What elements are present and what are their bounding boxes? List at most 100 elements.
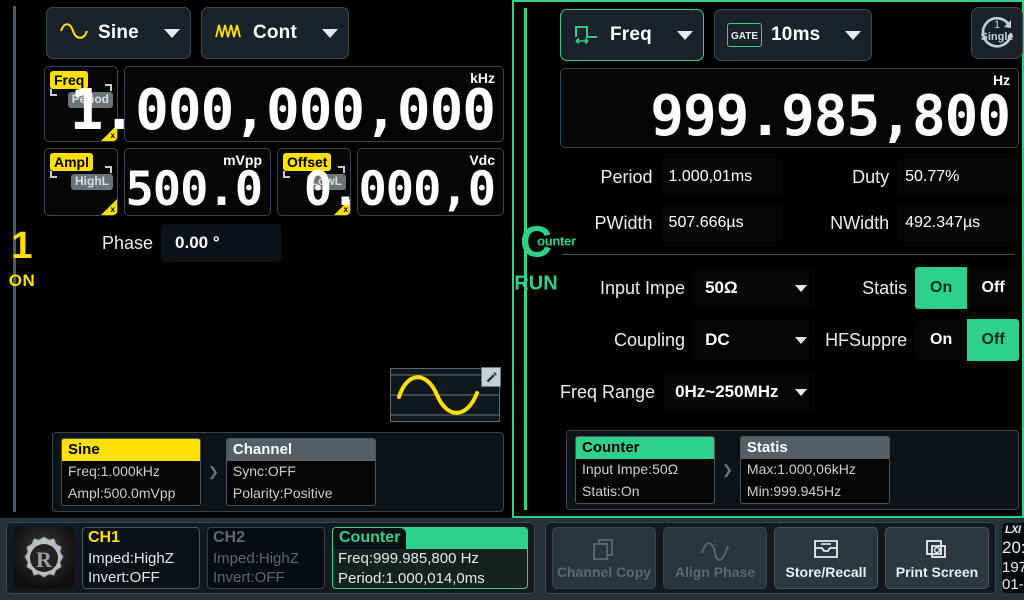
channel-panels: 1 ON Sine: [0, 0, 1024, 518]
summary-card-statis[interactable]: Statis Max:1.000,06kHz Min:999.945Hz: [740, 436, 890, 504]
coupling-label: Coupling: [560, 330, 685, 351]
status-cards-group: R CH1 Imped:HighZ Invert:OFF CH2 Imped:H…: [6, 522, 535, 594]
ch2-line: Invert:OFF: [208, 568, 324, 588]
counter-status-card[interactable]: Counter Freq:999.985,800 Hz Period:1.000…: [332, 527, 528, 589]
status-clock[interactable]: LXI 20:22 1970-01-01: [1002, 523, 1024, 593]
chevron-down-icon[interactable]: [795, 337, 807, 344]
counter-card-line: Period:1.000,014,0ms: [333, 569, 527, 589]
clock-date: 1970-01-01: [1002, 559, 1024, 593]
input-impedance-label: Input Impe: [560, 278, 685, 299]
print-screen-button[interactable]: Print Screen: [885, 527, 989, 589]
hfsuppre-toggle[interactable]: On Off: [915, 319, 1019, 361]
summary-card-channel[interactable]: Channel Sync:OFF Polarity:Positive: [226, 438, 376, 506]
counter-mode-label: Freq: [610, 24, 652, 46]
channel-copy-button[interactable]: Channel Copy: [552, 527, 656, 589]
amplitude-display[interactable]: mVpp 500.0: [124, 148, 271, 216]
statis-off-option[interactable]: Off: [967, 267, 1019, 309]
measurement-label: PWidth: [560, 213, 653, 234]
measurement-nwidth: NWidth 492.347µs: [797, 204, 1020, 242]
counter-mode-select[interactable]: Freq: [560, 9, 704, 61]
phase-value[interactable]: 0.00 °: [161, 224, 281, 262]
channel1-top-selectors: Sine Cont: [44, 6, 504, 60]
align-phase-button[interactable]: Align Phase: [663, 527, 767, 589]
waveform-select[interactable]: Sine: [46, 7, 191, 59]
sine-wave-icon: [59, 21, 89, 46]
store-recall-label: Store/Recall: [786, 564, 867, 580]
phase-label: Phase: [102, 233, 153, 254]
gate-time-select[interactable]: GATE 10ms: [714, 9, 872, 61]
phase-row: Phase 0.00 °: [44, 224, 504, 262]
hfsuppre-off-option[interactable]: Off: [967, 319, 1019, 361]
frequency-row: Freq Period x kHz 1.000,000,000: [44, 66, 504, 142]
chevron-down-icon[interactable]: [795, 389, 807, 396]
summary-card-counter[interactable]: Counter Input Impe:50Ω Statis:On: [575, 436, 715, 504]
copy-icon: [591, 537, 617, 561]
measurement-duty: Duty 50.77%: [797, 158, 1020, 196]
ampl-param-alt-tag[interactable]: HighL: [71, 174, 113, 190]
counter-card-title: Counter: [333, 528, 406, 549]
single-count-label: 1: [994, 19, 1000, 31]
amplitude-offset-row: Ampl HighL x mVpp 500.0 Offse: [44, 148, 504, 216]
input-impedance-select[interactable]: 50Ω: [693, 267, 815, 309]
freq-range-row: Freq Range 0Hz~250MHz: [560, 371, 815, 413]
freq-range-value: 0Hz~250MHz: [675, 382, 778, 402]
channel1-panel[interactable]: 1 ON Sine: [0, 0, 512, 518]
channel1-body: Sine Cont Freq: [44, 0, 512, 518]
single-trigger-button[interactable]: 1 Single: [971, 7, 1023, 59]
measurement-label: Duty: [797, 167, 890, 188]
rigol-gear-logo[interactable]: R: [13, 527, 75, 589]
ch2-line: Imped:HighZ: [208, 549, 324, 569]
logo-letter: R: [36, 547, 53, 572]
counter-indicator[interactable]: Counter RUN: [514, 2, 558, 516]
measurement-value: 1.000,01ms: [661, 158, 783, 196]
chevron-down-icon[interactable]: [164, 29, 180, 38]
summary-card-line: Max:1.000,06kHz: [741, 459, 889, 480]
statis-label: Statis: [825, 278, 907, 299]
channel1-indicator[interactable]: 1 ON: [0, 0, 44, 518]
chevron-down-icon[interactable]: [322, 29, 338, 38]
chevron-right-icon[interactable]: ❯: [719, 462, 736, 478]
counter-frequency-display[interactable]: Hz 999.985,800: [560, 68, 1019, 148]
coupling-value: DC: [705, 330, 730, 350]
summary-card-line: Ampl:500.0mVpp: [62, 483, 200, 504]
statis-toggle[interactable]: On Off: [915, 267, 1019, 309]
clock-time: 20:22: [1002, 538, 1024, 558]
ch1-line: Invert:OFF: [83, 568, 199, 588]
hfsuppre-on-option[interactable]: On: [915, 319, 967, 361]
ch1-status-card[interactable]: CH1 Imped:HighZ Invert:OFF: [82, 527, 200, 589]
corner-marker-label: x: [111, 206, 115, 214]
chevron-right-icon[interactable]: ❯: [205, 464, 222, 480]
store-recall-button[interactable]: Store/Recall: [774, 527, 878, 589]
ch2-status-card[interactable]: CH2 Imped:HighZ Invert:OFF: [207, 527, 325, 589]
measurement-period: Period 1.000,01ms: [560, 158, 783, 196]
counter-letter: Counter: [520, 223, 552, 263]
pencil-edit-icon[interactable]: [481, 367, 501, 387]
status-icons: LXI: [1005, 524, 1024, 537]
counter-summary: Counter Input Impe:50Ω Statis:On ❯ Stati…: [566, 430, 1019, 510]
chevron-down-icon[interactable]: [677, 31, 693, 40]
bracket-top-right-icon: [105, 166, 112, 173]
summary-card-title: Statis: [741, 437, 889, 459]
chevron-down-icon[interactable]: [795, 285, 807, 292]
chevron-down-icon[interactable]: [845, 31, 861, 40]
coupling-row: Coupling DC: [560, 319, 815, 361]
waveform-preview[interactable]: [390, 368, 500, 422]
offset-display[interactable]: Vdc 0.000,0: [357, 148, 504, 216]
frequency-display[interactable]: kHz 1.000,000,000: [124, 66, 504, 142]
counter-frequency-value: 999.985,800: [650, 84, 1010, 149]
summary-card-waveform[interactable]: Sine Freq:1.000kHz Ampl:500.0mVpp: [61, 438, 201, 506]
ampl-param-button[interactable]: Ampl HighL x: [44, 148, 118, 216]
freq-range-label: Freq Range: [560, 382, 655, 403]
measurement-value: 492.347µs: [897, 204, 1019, 242]
statis-on-option[interactable]: On: [915, 267, 967, 309]
burst-wave-icon: [214, 21, 244, 46]
counter-panel[interactable]: Counter RUN Freq: [512, 0, 1024, 518]
freq-range-select[interactable]: 0Hz~250MHz: [663, 371, 815, 413]
align-phase-label: Align Phase: [675, 564, 755, 580]
coupling-select[interactable]: DC: [693, 319, 815, 361]
action-buttons-group: Channel Copy Align Phase Store/Recall: [545, 522, 996, 594]
channel1-summary: Sine Freq:1.000kHz Ampl:500.0mVpp ❯ Chan…: [52, 432, 504, 512]
summary-card-title: Channel: [227, 439, 375, 461]
mode-select[interactable]: Cont: [201, 7, 349, 59]
ampl-param-active-tag[interactable]: Ampl: [50, 153, 93, 171]
